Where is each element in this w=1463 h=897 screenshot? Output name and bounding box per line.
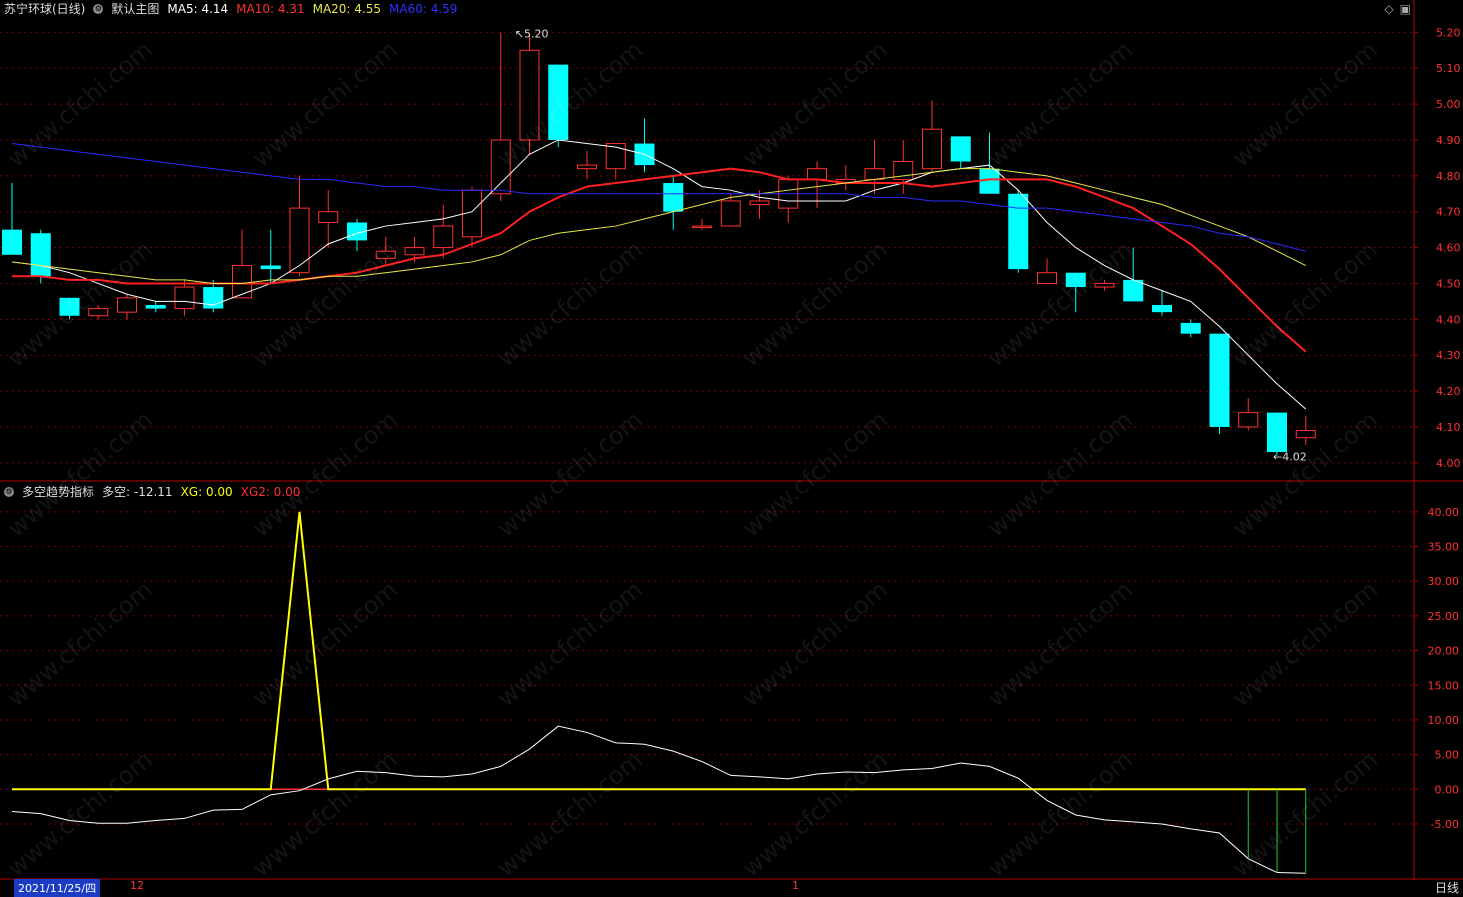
low-annotation: ←4.02	[1273, 451, 1307, 464]
candle-body	[1267, 412, 1287, 453]
candle-body	[318, 211, 339, 223]
candle-body	[1008, 193, 1029, 270]
xg2-label: XG2: 0.00	[240, 484, 301, 499]
osc-tick-label: 30.00	[1428, 575, 1460, 588]
main-legend: 苏宁环球(日线) ⚙ 默认主图 MA5: 4.14 MA10: 4.31 MA2…	[4, 0, 457, 17]
indicator-legend: ⚙ 多空趋势指标 多空: -12.11 XG: 0.00 XG2: 0.00	[4, 483, 300, 500]
candle-body	[1094, 282, 1115, 288]
duokong-line	[11, 725, 1306, 874]
osc-tick-label: 40.00	[1428, 506, 1460, 519]
diamond-icon[interactable]: ◇	[1384, 2, 1393, 16]
candle-body	[433, 225, 454, 249]
candle-body	[1152, 304, 1172, 313]
indicator-name[interactable]: 多空趋势指标	[22, 483, 94, 500]
ma-line-ma10	[12, 167, 1307, 353]
candle-body	[1123, 279, 1144, 302]
candle-body	[289, 207, 310, 274]
osc-tick-label: -5.00	[1431, 818, 1459, 831]
candle-body	[59, 297, 80, 316]
candle-body	[30, 233, 51, 277]
osc-tick-label: 15.00	[1428, 679, 1460, 692]
indicator-settings-icon[interactable]: ⚙	[4, 486, 14, 497]
candle-body	[260, 265, 281, 270]
xg-label: XG: 0.00	[180, 484, 233, 499]
candle-body	[2, 229, 22, 255]
osc-tick-label: 10.00	[1428, 714, 1460, 727]
candle-body	[1295, 430, 1316, 439]
main-tick-label: 4.20	[1436, 385, 1461, 398]
candle-body	[375, 250, 396, 259]
candle-body	[548, 64, 569, 140]
candle-body	[807, 168, 827, 180]
osc-tick-label: 5.00	[1435, 749, 1460, 762]
candle-body	[692, 225, 712, 229]
candle-body	[88, 308, 109, 317]
candle-body	[922, 128, 942, 170]
main-tick-label: 5.10	[1436, 62, 1461, 75]
main-tick-label: 4.60	[1436, 242, 1461, 255]
candle-body	[1180, 322, 1201, 334]
candle-body	[1065, 272, 1086, 288]
window-icons: ◇ ▣	[1384, 2, 1411, 16]
candle-body	[404, 247, 425, 256]
ma-line-ma5	[11, 139, 1307, 410]
date-label: 2021/11/25/四	[14, 879, 101, 897]
osc-tick-label: 0.00	[1435, 783, 1460, 796]
main-chart-label[interactable]: 默认主图	[111, 0, 159, 17]
candle-body	[950, 136, 971, 162]
main-tick-label: 4.00	[1436, 457, 1461, 470]
candle-body	[1037, 272, 1057, 284]
main-tick-label: 4.10	[1436, 421, 1461, 434]
window-icon[interactable]: ▣	[1400, 2, 1411, 16]
month-mark-12: 12	[130, 879, 144, 892]
indicator-value-label: 多空: -12.11	[102, 485, 173, 499]
candle-body	[864, 168, 885, 180]
candle-body	[663, 183, 684, 212]
candle-body	[145, 304, 166, 309]
stock-title[interactable]: 苏宁环球(日线)	[4, 0, 85, 17]
candle-body	[174, 286, 195, 310]
main-tick-label: 5.20	[1436, 26, 1461, 39]
osc-tick-label: 25.00	[1428, 610, 1460, 623]
main-tick-label: 4.90	[1436, 134, 1461, 147]
main-tick-label: 4.30	[1436, 349, 1461, 362]
candle-body	[232, 265, 252, 299]
main-tick-label: 4.70	[1436, 206, 1461, 219]
ma-line-ma60	[11, 143, 1306, 252]
main-tick-label: 4.80	[1436, 170, 1461, 183]
candle-body	[749, 200, 770, 206]
month-mark-1: 1	[792, 879, 799, 892]
osc-tick-label: 20.00	[1428, 645, 1460, 658]
ma10-label: MA10: 4.31	[236, 1, 305, 16]
main-tick-label: 4.40	[1436, 313, 1461, 326]
period-tab[interactable]: 日线	[1435, 879, 1459, 896]
main-tick-label: 5.00	[1436, 98, 1461, 111]
osc-tick-label: 35.00	[1428, 541, 1460, 554]
candle-body	[1209, 333, 1230, 427]
main-tick-label: 4.50	[1436, 277, 1461, 290]
candles-group	[2, 32, 1316, 456]
candle-body	[519, 49, 540, 141]
settings-icon[interactable]: ⚙	[93, 3, 104, 14]
ma60-label: MA60: 4.59	[389, 1, 458, 16]
high-annotation: ↖5.20	[515, 27, 549, 40]
ma5-label: MA5: 4.14	[167, 1, 229, 16]
candle-body	[720, 200, 741, 227]
candle-body	[1238, 412, 1259, 428]
candle-body	[490, 139, 511, 195]
stock-chart[interactable]: 4.00 4.10 4.20 4.30 4.40 4.50 4.60 4.70 4.80 4.90…	[0, 0, 1463, 897]
candle-body	[117, 297, 137, 313]
candle-body	[577, 164, 597, 170]
ma20-label: MA20: 4.55	[312, 1, 382, 16]
ma-line-ma20	[11, 168, 1306, 284]
